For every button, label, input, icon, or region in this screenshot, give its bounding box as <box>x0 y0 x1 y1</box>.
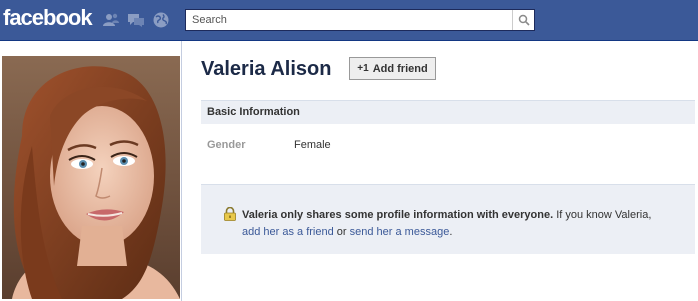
add-friend-icon: +1 <box>357 63 369 74</box>
messages-icon[interactable] <box>127 11 145 29</box>
privacy-notice-text: Valeria only shares some profile informa… <box>242 207 682 241</box>
top-bar: facebook <box>0 0 698 41</box>
privacy-notice-bold: Valeria only shares some profile informa… <box>242 209 554 221</box>
privacy-notice-text-1: If you know Valeria, <box>553 209 652 221</box>
profile-picture[interactable] <box>2 56 180 299</box>
notifications-icon[interactable] <box>152 11 170 29</box>
lock-icon <box>223 206 237 221</box>
friend-requests-icon[interactable] <box>102 11 120 29</box>
privacy-notice-text-3: . <box>449 226 453 238</box>
add-her-as-friend-link[interactable]: add her as a friend <box>242 226 334 238</box>
basic-info-header: Basic Information <box>201 100 695 124</box>
search-button[interactable] <box>512 10 534 30</box>
send-message-link[interactable]: send her a message <box>350 226 450 238</box>
privacy-notice-text-2: or <box>333 226 350 238</box>
gender-value: Female <box>294 139 331 151</box>
privacy-notice: Valeria only shares some profile informa… <box>201 184 695 254</box>
add-friend-label: Add friend <box>372 62 428 75</box>
add-friend-button[interactable]: +1 Add friend <box>349 57 436 80</box>
search-input[interactable] <box>186 10 512 30</box>
left-column <box>0 41 182 301</box>
facebook-logo[interactable]: facebook <box>3 5 93 31</box>
search-icon <box>518 14 530 26</box>
gender-label: Gender <box>207 139 246 151</box>
profile-name: Valeria Alison <box>201 58 332 80</box>
search-box <box>185 9 535 31</box>
